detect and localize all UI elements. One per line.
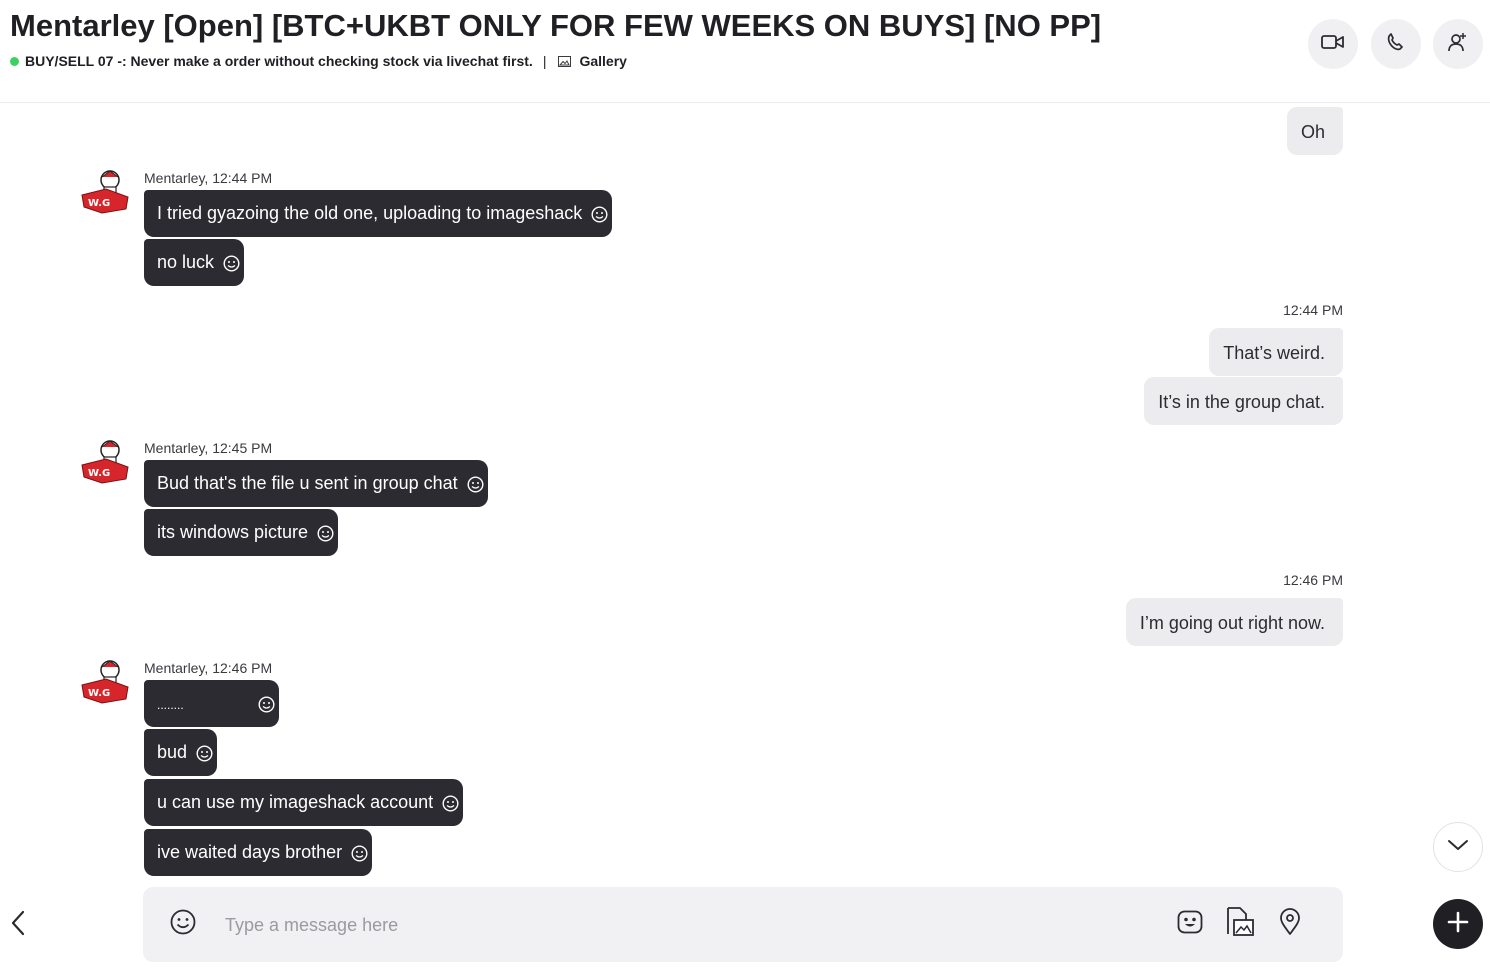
outgoing-message[interactable]: Oh	[1286, 107, 1343, 155]
incoming-message[interactable]: ........	[144, 680, 279, 727]
outgoing-message[interactable]: It’s in the group chat.	[1144, 377, 1343, 425]
react-emoji-icon[interactable]	[442, 783, 459, 812]
message-list[interactable]: Oh W.G Mentarley, 12:44 PM I tried gyazo…	[0, 104, 1490, 884]
add-content-button[interactable]	[1433, 899, 1483, 949]
message-text: no luck	[157, 252, 215, 272]
react-emoji-icon[interactable]	[591, 194, 608, 223]
message-time: 12:46 PM	[1283, 572, 1343, 588]
avatar[interactable]: W.G	[80, 437, 132, 489]
location-button[interactable]	[1275, 907, 1305, 941]
avatar[interactable]: W.G	[80, 167, 132, 219]
incoming-message[interactable]: no luck	[144, 239, 245, 286]
audio-call-icon	[1386, 32, 1406, 57]
media-icon	[1225, 906, 1255, 943]
incoming-message[interactable]: I tried gyazoing the old one, uploading …	[144, 190, 613, 237]
incoming-message[interactable]: u can use my imageshack account	[144, 779, 464, 826]
emoji-button[interactable]	[168, 909, 198, 939]
message-time: 12:44 PM	[1283, 302, 1343, 318]
back-button[interactable]	[6, 907, 30, 943]
message-text: its windows picture	[157, 522, 309, 542]
sender-name-time: Mentarley, 12:46 PM	[144, 660, 273, 676]
chat-title[interactable]: Mentarley [Open] [BTC+UKBT ONLY FOR FEW …	[10, 8, 1101, 44]
audio-call-button[interactable]	[1371, 19, 1421, 69]
outgoing-message[interactable]: I’m going out right now.	[1125, 598, 1343, 646]
react-emoji-icon[interactable]	[351, 833, 368, 862]
sender-name-time: Mentarley, 12:45 PM	[144, 440, 273, 456]
svg-text:W.G: W.G	[88, 688, 110, 699]
video-call-icon	[1321, 33, 1345, 56]
chevron-left-icon	[11, 910, 25, 941]
add-person-icon	[1447, 31, 1469, 58]
plus-icon	[1447, 911, 1469, 938]
video-call-button[interactable]	[1308, 19, 1358, 69]
incoming-message[interactable]: bud	[144, 729, 218, 776]
message-input[interactable]	[223, 909, 1127, 941]
chat-subtitle: BUY/SELL 07 -: Never make a order withou…	[10, 53, 627, 69]
online-status-dot	[10, 56, 19, 66]
media-button[interactable]	[1225, 906, 1255, 939]
location-icon	[1278, 907, 1302, 941]
sender-name-time: Mentarley, 12:44 PM	[144, 170, 273, 186]
svg-text:W.G: W.G	[88, 468, 110, 479]
sticker-icon	[1176, 908, 1204, 941]
gallery-link[interactable]: Gallery	[579, 53, 626, 69]
react-emoji-icon[interactable]	[223, 243, 240, 272]
message-text: u can use my imageshack account	[157, 792, 434, 812]
message-text: I tried gyazoing the old one, uploading …	[157, 203, 583, 223]
avatar[interactable]: W.G	[80, 657, 132, 709]
incoming-message[interactable]: ive waited days brother	[144, 829, 373, 876]
react-emoji-icon[interactable]	[467, 464, 484, 493]
message-text: ........	[157, 698, 184, 712]
message-text: Bud that's the file u sent in group chat	[157, 473, 458, 493]
scroll-to-bottom-button[interactable]	[1433, 822, 1483, 872]
outgoing-message[interactable]: That’s weird.	[1209, 328, 1343, 376]
separator: |	[542, 53, 547, 69]
incoming-message[interactable]: its windows picture	[144, 509, 339, 556]
status-text: BUY/SELL 07 -: Never make a order withou…	[25, 53, 533, 69]
react-emoji-icon[interactable]	[258, 684, 275, 713]
message-text: ive waited days brother	[157, 842, 343, 862]
react-emoji-icon[interactable]	[317, 513, 334, 542]
message-composer	[143, 887, 1343, 962]
emoji-icon	[169, 908, 197, 941]
sticker-button[interactable]	[1175, 909, 1205, 939]
add-participant-button[interactable]	[1433, 19, 1483, 69]
react-emoji-icon[interactable]	[196, 733, 213, 762]
incoming-message[interactable]: Bud that's the file u sent in group chat	[144, 460, 488, 507]
gallery-icon[interactable]	[558, 55, 572, 67]
message-text: bud	[157, 742, 188, 762]
chevron-down-icon	[1447, 838, 1469, 857]
chat-header: Mentarley [Open] [BTC+UKBT ONLY FOR FEW …	[0, 0, 1490, 103]
svg-text:W.G: W.G	[88, 198, 110, 209]
